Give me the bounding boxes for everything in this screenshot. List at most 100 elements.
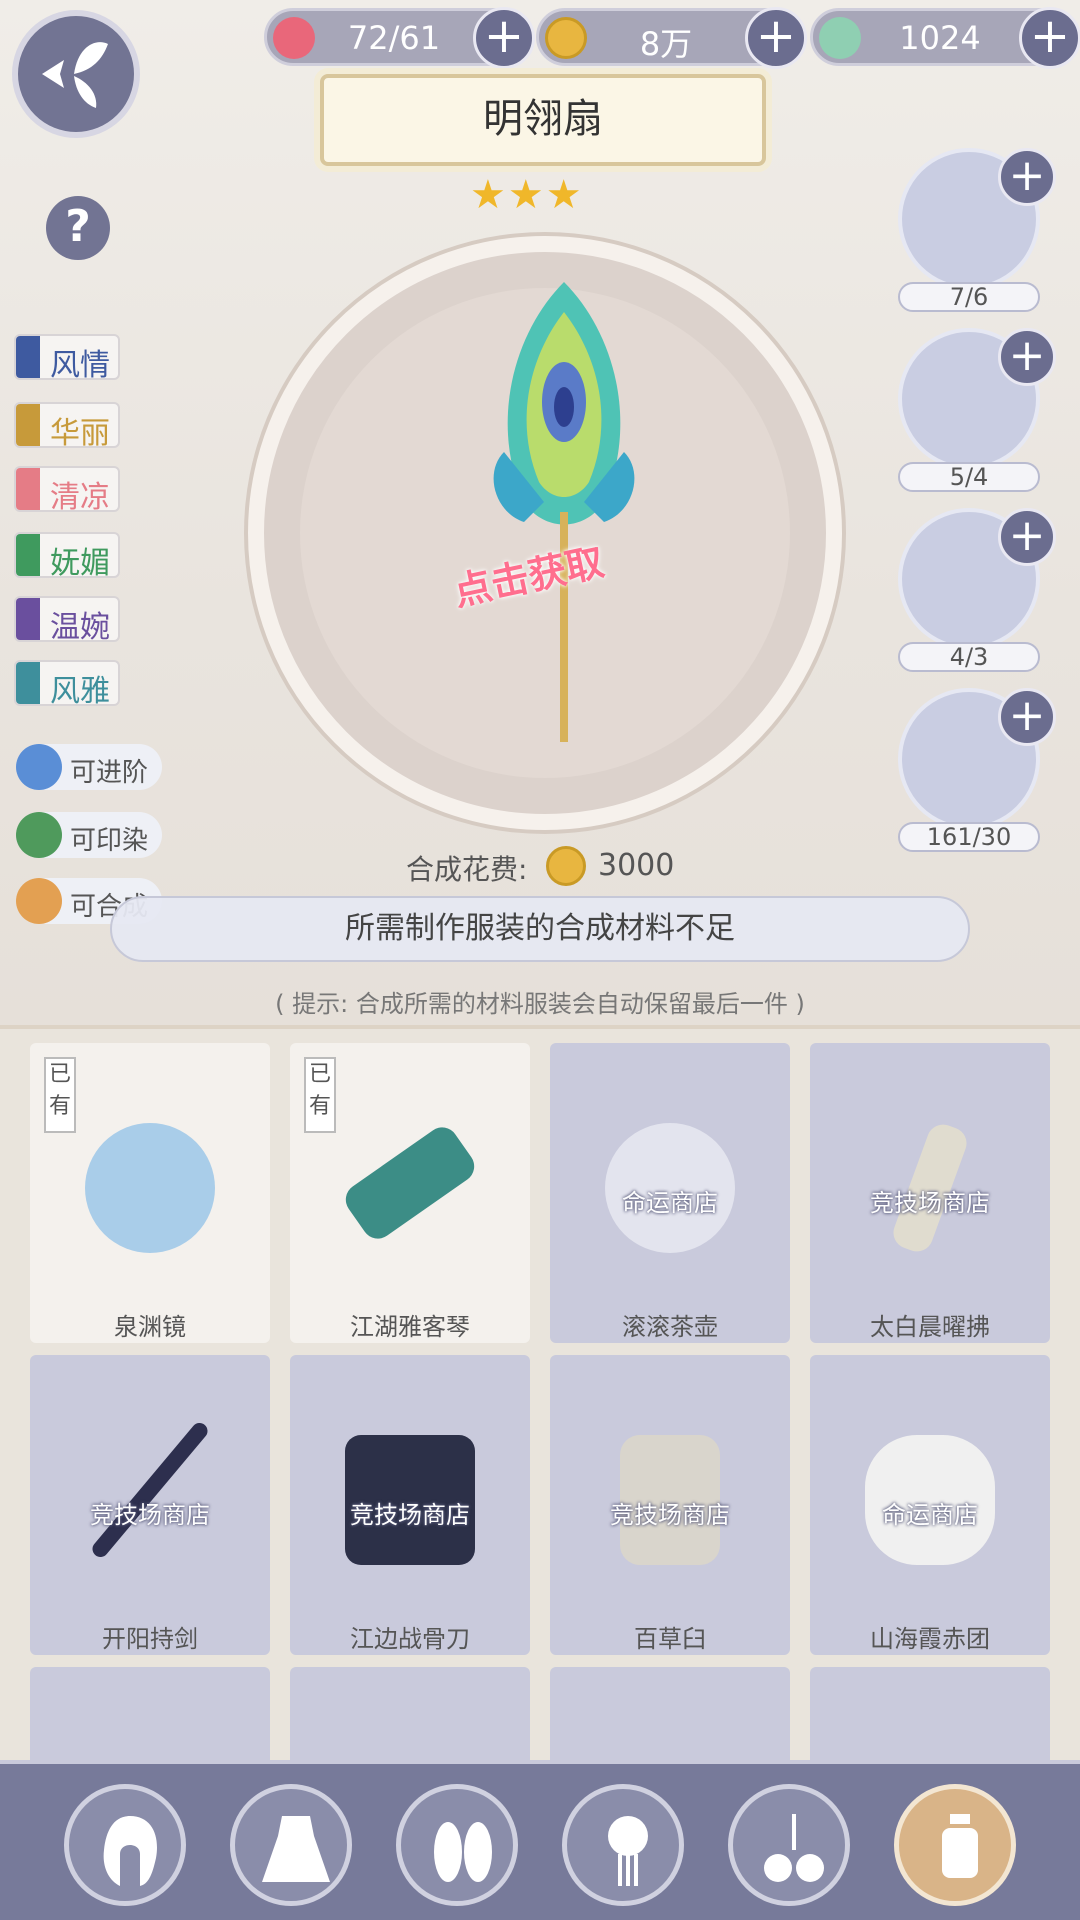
help-button[interactable]: ? (46, 196, 110, 260)
zither-icon (339, 1121, 481, 1245)
tag-mark (16, 336, 40, 378)
shop-label: 竞技场商店 (350, 1501, 470, 1529)
add-material-button[interactable]: + (998, 328, 1056, 386)
add-gems-button[interactable]: + (1019, 7, 1080, 69)
shop-label: 竞技场商店 (90, 1501, 210, 1529)
item-card[interactable]: 竞技场商店 开阳持剑 (30, 1355, 270, 1655)
tag-label: 风情 (50, 348, 110, 383)
tag-label: 风雅 (50, 674, 110, 709)
stamina-counter: 72/61 + (264, 7, 535, 69)
nav-lantern[interactable] (894, 1784, 1016, 1906)
owned-badge: 已有 (44, 1057, 76, 1133)
nav-hairpin[interactable] (562, 1784, 684, 1906)
add-material-button[interactable]: + (998, 148, 1056, 206)
item-title: 明翎扇 (320, 74, 766, 166)
tag-label: 华丽 (50, 416, 110, 451)
nav-hair[interactable] (64, 1784, 186, 1906)
item-card[interactable] (810, 1667, 1050, 1767)
peacock-fan-icon (493, 282, 635, 742)
item-name: 太白晨曜拂 (870, 1313, 990, 1341)
tag-mark (16, 662, 40, 704)
shop-label: 命运商店 (882, 1501, 978, 1529)
shop-label: 命运商店 (622, 1189, 718, 1217)
material-count: 4/3 (898, 642, 1040, 672)
item-name: 江边战骨刀 (350, 1625, 470, 1653)
item-card[interactable] (30, 1667, 270, 1767)
cost-value: 3000 (598, 848, 675, 883)
add-material-button[interactable]: + (998, 508, 1056, 566)
hairpin-icon (608, 1816, 648, 1886)
item-name: 滚滚茶壶 (622, 1313, 718, 1341)
item-card[interactable]: 命运商店 山海霞赤团 (810, 1355, 1050, 1655)
item-preview[interactable] (248, 236, 842, 830)
tag-label: 妩媚 (50, 546, 110, 581)
dye-icon (16, 812, 62, 858)
shop-label: 竞技场商店 (610, 1501, 730, 1529)
add-material-button[interactable]: + (998, 688, 1056, 746)
item-grid: 已有 泉渊镜 已有 江湖雅客琴 命运商店 滚滚茶壶 竞技场商店 太白晨曜拂 竞技… (0, 1025, 1080, 1767)
butterfly-back-icon (42, 42, 108, 108)
item-card[interactable]: 竞技场商店 江边战骨刀 (290, 1355, 530, 1655)
craft-hint: ( 提示: 合成所需的材料服装会自动保留最后一件 ) (275, 990, 805, 1018)
add-stamina-button[interactable]: + (473, 7, 535, 69)
nav-accessory[interactable] (728, 1784, 850, 1906)
nav-dress[interactable] (230, 1784, 352, 1906)
item-card[interactable]: 已有 泉渊镜 (30, 1043, 270, 1343)
feature-dye[interactable]: 可印染 (16, 812, 162, 858)
item-card[interactable] (290, 1667, 530, 1767)
hair-icon (103, 1816, 157, 1886)
gem-counter: 1024 + (810, 7, 1080, 69)
tag-label: 清凉 (50, 480, 110, 515)
material-slot-2[interactable]: 5/4 + (898, 328, 1056, 492)
feature-upgrade[interactable]: 可进阶 (16, 744, 162, 790)
yarn-icon (16, 744, 62, 790)
dragon-gem-icon (819, 17, 861, 59)
item-card[interactable] (550, 1667, 790, 1767)
tag-label: 温婉 (50, 610, 110, 645)
nav-shoes[interactable] (396, 1784, 518, 1906)
lantern-icon (942, 1814, 978, 1878)
dress-icon (262, 1816, 330, 1882)
material-slot-4[interactable]: 161/30 + (898, 688, 1056, 852)
accessory-icon (764, 1814, 824, 1882)
tag-mark (16, 534, 40, 576)
item-card[interactable]: 竞技场商店 百草臼 (550, 1355, 790, 1655)
coin-counter: 8万 + (536, 7, 807, 69)
heart-icon (273, 17, 315, 59)
coin-icon (546, 846, 586, 886)
mirror-icon (85, 1123, 215, 1253)
gem-value: 1024 (899, 19, 981, 57)
back-button[interactable] (12, 10, 140, 138)
tag-wumei[interactable]: 妩媚 (14, 532, 120, 581)
tag-fengqing[interactable]: 风情 (14, 334, 120, 383)
material-count: 161/30 (898, 822, 1040, 852)
item-card[interactable]: 竞技场商店 太白晨曜拂 (810, 1043, 1050, 1343)
owned-badge: 已有 (304, 1057, 336, 1133)
material-count: 7/6 (898, 282, 1040, 312)
tag-huali[interactable]: 华丽 (14, 402, 120, 451)
tag-wenwan[interactable]: 温婉 (14, 596, 120, 645)
tag-qingliang[interactable]: 清凉 (14, 466, 120, 515)
sword-icon (89, 1419, 211, 1561)
tag-mark (16, 404, 40, 446)
shoes-icon (434, 1822, 492, 1882)
feature-label: 可印染 (70, 826, 149, 856)
item-card[interactable]: 已有 江湖雅客琴 (290, 1043, 530, 1343)
material-slot-3[interactable]: 4/3 + (898, 508, 1056, 672)
coin-value: 8万 (639, 25, 693, 63)
error-toast: 所需制作服装的合成材料不足 (110, 896, 970, 962)
tag-fengya[interactable]: 风雅 (14, 660, 120, 709)
item-name: 山海霞赤团 (870, 1625, 990, 1653)
material-slot-1[interactable]: 7/6 + (898, 148, 1056, 312)
craft-icon (16, 878, 62, 924)
item-name: 江湖雅客琴 (350, 1313, 470, 1341)
add-coins-button[interactable]: + (745, 7, 807, 69)
tag-mark (16, 468, 40, 510)
item-card[interactable]: 命运商店 滚滚茶壶 (550, 1043, 790, 1343)
coin-icon (545, 17, 587, 59)
item-name: 泉渊镜 (114, 1313, 186, 1341)
cost-label: 合成花费: (406, 853, 528, 886)
material-count: 5/4 (898, 462, 1040, 492)
bottom-nav (0, 1760, 1080, 1920)
star-rating: ★★★ (470, 172, 584, 218)
